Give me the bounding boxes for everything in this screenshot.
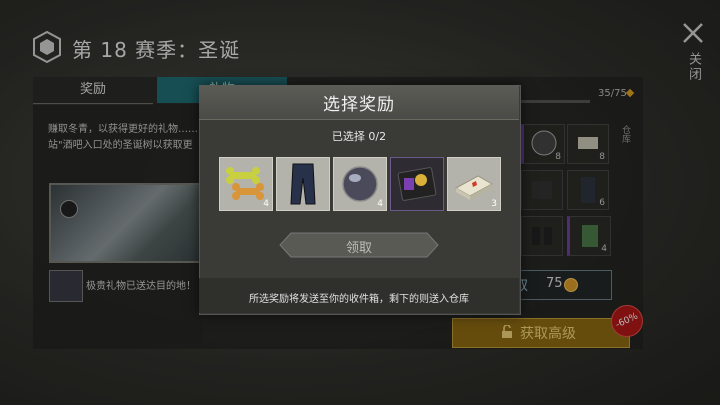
dialog-title: 选择奖励 xyxy=(323,95,395,115)
selected-count: 已选择 0/2 xyxy=(331,130,387,143)
reward-option[interactable] xyxy=(390,157,444,211)
reward-option[interactable]: 4 xyxy=(333,157,387,211)
reward-option[interactable]: 4 xyxy=(219,157,273,211)
reward-option[interactable]: 3 xyxy=(447,157,501,211)
footer-note: 所选奖励将发送至你的收件箱，剩下的则送入仓库 xyxy=(249,294,469,305)
claim-button-label: 领取 xyxy=(345,241,372,256)
reward-option[interactable] xyxy=(276,157,330,211)
tactical-pants-icon xyxy=(290,163,316,205)
id-badge-icon xyxy=(397,167,437,201)
